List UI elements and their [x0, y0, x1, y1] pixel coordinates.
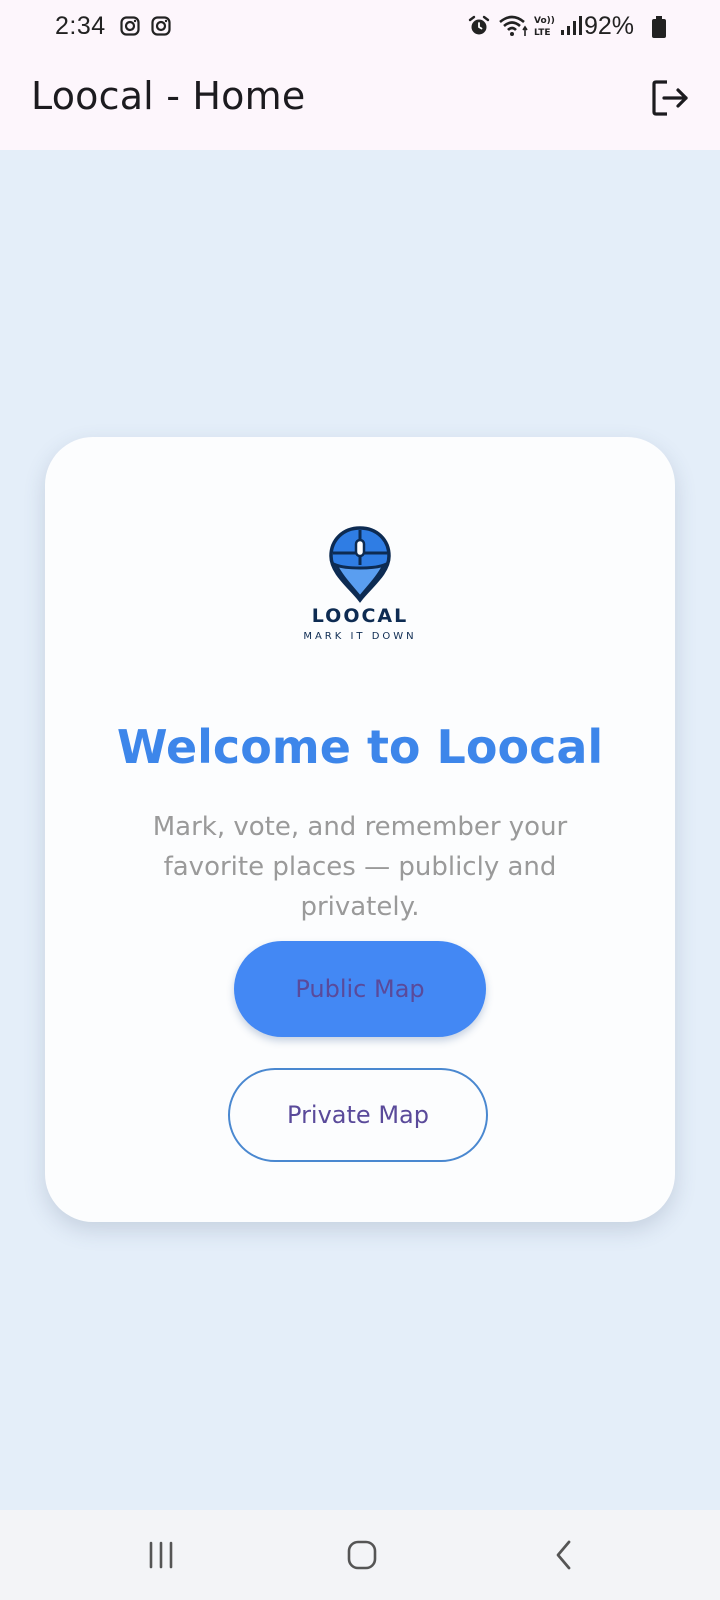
system-nav-bar — [0, 1510, 720, 1600]
home-button[interactable] — [332, 1530, 392, 1580]
instagram-icon — [120, 16, 140, 36]
alarm-icon — [468, 15, 490, 35]
welcome-subtitle: Mark, vote, and remember your favorite p… — [152, 812, 568, 922]
home-icon — [347, 1540, 377, 1570]
battery-icon — [652, 16, 666, 38]
logo-tagline: MARK IT DOWN — [303, 631, 417, 642]
status-time: 2:34 — [55, 12, 106, 40]
recent-apps-icon — [149, 1541, 173, 1569]
logo-name: LOOCAL — [311, 605, 409, 627]
battery-percent: 92% — [583, 12, 634, 40]
volte-icon: Vo)) LTE — [534, 16, 555, 38]
app-bar: Loocal - Home — [0, 52, 720, 150]
app-logo: LOOCAL MARK IT DOWN — [45, 525, 675, 645]
private-map-label: Private Map — [287, 1101, 429, 1129]
recent-apps-button[interactable] — [131, 1530, 191, 1580]
logout-button[interactable] — [648, 76, 692, 120]
public-map-label: Public Map — [295, 975, 425, 1003]
back-button[interactable] — [534, 1530, 594, 1580]
status-bar: 2:34 Vo)) LTE 92% — [0, 0, 720, 52]
svg-text:Vo)): Vo)) — [534, 16, 555, 26]
back-icon — [556, 1540, 571, 1570]
welcome-card: LOOCAL MARK IT DOWN Welcome to Loocal Ma… — [45, 437, 675, 1222]
logout-icon — [652, 80, 688, 116]
wifi-icon — [499, 15, 528, 36]
signal-icon — [561, 16, 582, 35]
map-pin-mouse-icon — [329, 526, 391, 603]
welcome-heading: Welcome to Loocal — [116, 720, 604, 774]
svg-text:LTE: LTE — [534, 28, 551, 38]
public-map-button[interactable]: Public Map — [234, 941, 486, 1037]
instagram-icon — [151, 16, 171, 36]
private-map-button[interactable]: Private Map — [228, 1068, 488, 1162]
page-title: Loocal - Home — [31, 74, 306, 118]
